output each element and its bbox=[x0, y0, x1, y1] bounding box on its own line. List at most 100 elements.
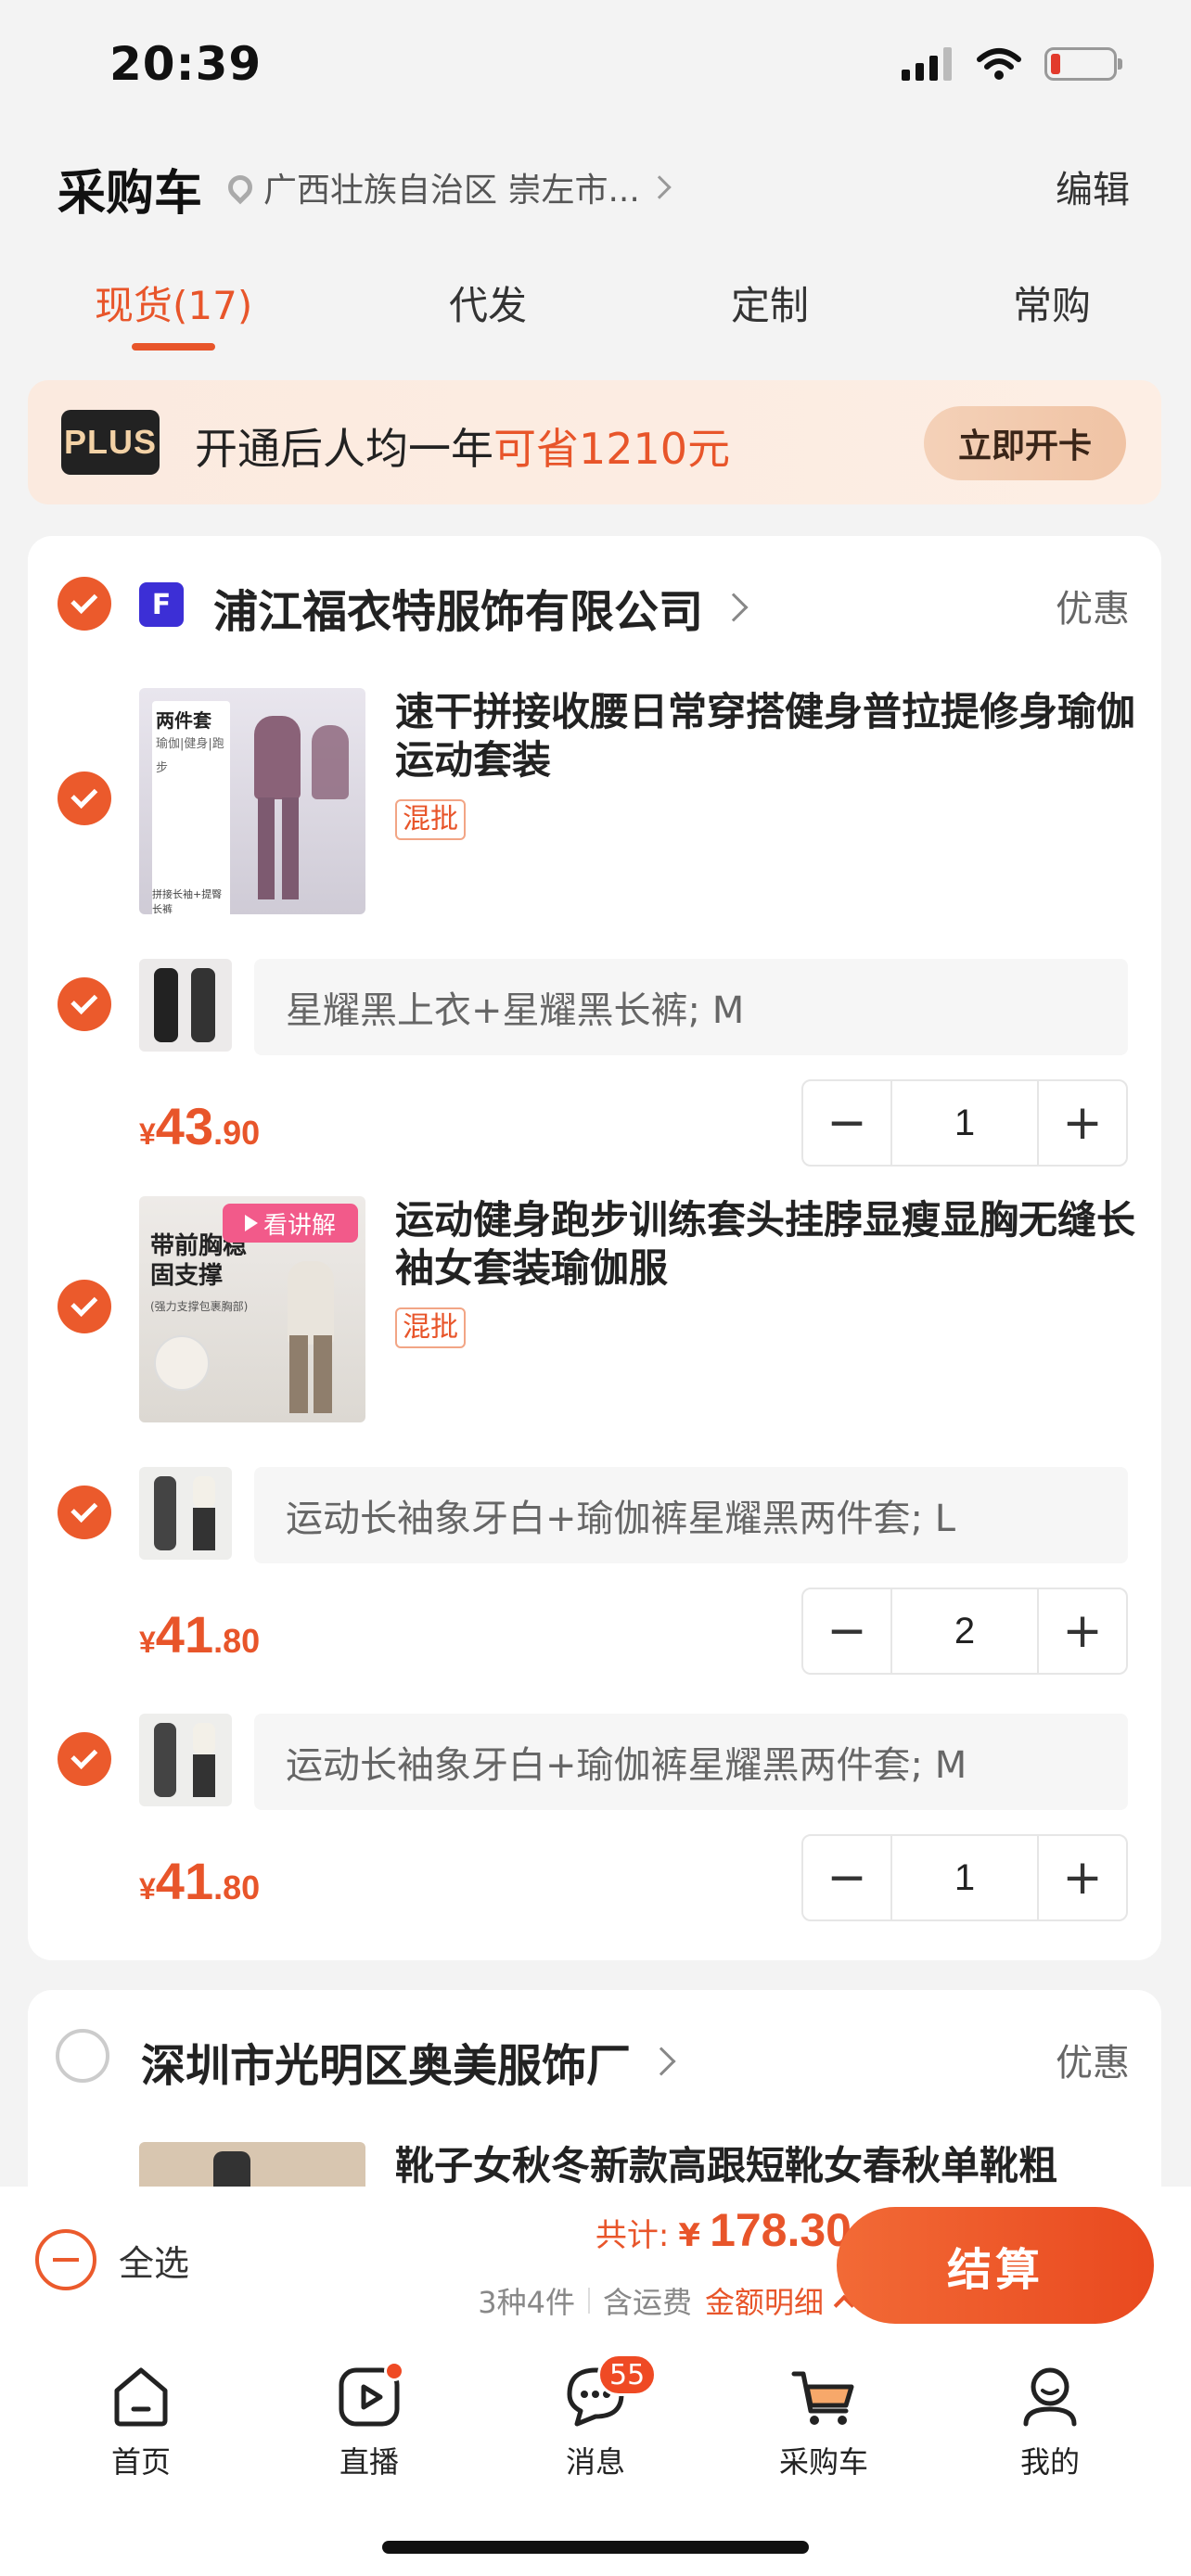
tab-label: 直播 bbox=[339, 2444, 399, 2480]
increase-button[interactable]: + bbox=[1039, 1836, 1126, 1919]
sku-spec-selector[interactable]: 运动长袖象牙白+瑜伽裤星耀黑两件套; M bbox=[254, 1714, 1128, 1810]
total-currency: ¥ bbox=[678, 2217, 701, 2254]
shop-checkbox[interactable] bbox=[58, 577, 111, 631]
thumb-sub: (强力支撑包裹胸部) bbox=[150, 1300, 249, 1313]
total-label: 共计: bbox=[595, 2217, 670, 2254]
location-selector[interactable]: 广西壮族自治区 崇左市... bbox=[223, 163, 672, 211]
decrease-button[interactable]: − bbox=[803, 1081, 890, 1165]
product-title[interactable]: 运动健身跑步训练套头挂脖显瘦显胸无缝长袖女套装瑜伽服 bbox=[395, 1196, 1156, 1293]
sku-thumbnail bbox=[139, 1467, 232, 1560]
sku-checkbox[interactable] bbox=[58, 1732, 111, 1786]
battery-icon bbox=[1044, 47, 1122, 81]
open-card-button[interactable]: 立即开卡 bbox=[924, 406, 1126, 480]
chevron-right-icon bbox=[647, 2047, 676, 2076]
checkout-bar: 全选 共计: ¥ 178.30 3种4件 含运费 金额明细 结算 bbox=[0, 2187, 1191, 2339]
tab-mine[interactable]: 我的 bbox=[985, 2363, 1115, 2481]
tab-frequent[interactable]: 常购 bbox=[1013, 274, 1091, 331]
tab-home[interactable]: 首页 bbox=[76, 2363, 206, 2481]
total-amount: 178.30 bbox=[710, 2204, 852, 2256]
profile-icon bbox=[1023, 2367, 1077, 2427]
tab-label: 消息 bbox=[565, 2444, 625, 2480]
quantity-stepper: − 1 + bbox=[801, 1834, 1128, 1921]
product-thumbnail[interactable]: 两件套 瑜伽|健身|跑步 拼接长袖+提臀长裤 bbox=[139, 688, 365, 914]
plus-banner[interactable]: PLUS 开通后人均一年可省1210元 立即开卡 bbox=[28, 380, 1161, 504]
home-icon bbox=[114, 2367, 168, 2427]
order-meta: 3种4件 含运费 金额明细 bbox=[478, 2279, 855, 2322]
product-tag: 混批 bbox=[395, 799, 466, 840]
sku-thumbnail bbox=[139, 1714, 232, 1806]
increase-button[interactable]: + bbox=[1039, 1081, 1126, 1165]
plus-text: 开通后人均一年可省1210元 bbox=[195, 424, 731, 474]
chevron-right-icon bbox=[719, 593, 749, 622]
quantity-value[interactable]: 2 bbox=[890, 1589, 1039, 1673]
shop-discount-link[interactable]: 优惠 bbox=[1056, 579, 1130, 632]
live-badge-dot bbox=[384, 2361, 404, 2381]
quantity-value[interactable]: 1 bbox=[890, 1081, 1039, 1165]
quantity-value[interactable]: 1 bbox=[890, 1836, 1039, 1919]
cart-icon bbox=[791, 2371, 854, 2425]
sku-spec-selector[interactable]: 星耀黑上衣+星耀黑长裤; M bbox=[254, 959, 1128, 1055]
home-indicator bbox=[382, 2541, 809, 2554]
tab-messages[interactable]: 55 消息 bbox=[531, 2353, 660, 2481]
edit-button[interactable]: 编辑 bbox=[1056, 159, 1130, 213]
sku-thumbnail bbox=[139, 959, 232, 1052]
shipping-note: 含运费 bbox=[602, 2285, 692, 2320]
total-price: 共计: ¥ 178.30 bbox=[596, 2203, 852, 2257]
item-count: 3种4件 bbox=[478, 2285, 575, 2320]
shop-card: F 浦江福衣特服饰有限公司 优惠 两件套 瑜伽|健身|跑步 拼接长袖+提臀长裤 … bbox=[28, 536, 1161, 1960]
plus-savings: 可省1210元 bbox=[493, 424, 731, 474]
amount-detail-link[interactable]: 金额明细 bbox=[705, 2279, 824, 2322]
select-all-toggle[interactable]: 全选 bbox=[35, 2229, 189, 2290]
status-icons bbox=[902, 46, 1122, 82]
shop-name[interactable]: 深圳市光明区奥美服饰厂 bbox=[141, 2029, 676, 2094]
status-time: 20:39 bbox=[109, 37, 263, 91]
quantity-stepper: − 1 + bbox=[801, 1079, 1128, 1167]
video-label: 看讲解 bbox=[263, 1211, 336, 1240]
shop-name[interactable]: 浦江福衣特服饰有限公司 bbox=[213, 575, 749, 640]
decrease-button[interactable]: − bbox=[803, 1589, 890, 1673]
thumb-sub: 瑜伽|健身|跑步 bbox=[156, 737, 224, 775]
product-checkbox[interactable] bbox=[58, 772, 111, 825]
video-explain-badge[interactable]: 看讲解 bbox=[223, 1204, 358, 1243]
tab-label: 采购车 bbox=[778, 2444, 868, 2480]
quantity-stepper: − 2 + bbox=[801, 1588, 1128, 1675]
shop-checkbox[interactable] bbox=[56, 2029, 109, 2083]
message-badge: 55 bbox=[597, 2353, 658, 2396]
tab-custom[interactable]: 定制 bbox=[731, 274, 809, 331]
decrease-button[interactable]: − bbox=[803, 1836, 890, 1919]
select-all-icon bbox=[35, 2229, 96, 2290]
sku-checkbox[interactable] bbox=[58, 1486, 111, 1539]
location-pin-icon bbox=[223, 170, 258, 205]
product-tag: 混批 bbox=[395, 1307, 466, 1348]
thumb-caption: 两件套 bbox=[156, 709, 211, 732]
tab-bar-top: 现货(17) 代发 定制 常购 bbox=[0, 274, 1191, 358]
tab-spot-goods[interactable]: 现货(17) bbox=[95, 274, 252, 331]
location-text: 广西壮族自治区 崇左市... bbox=[263, 172, 640, 210]
sku-spec-selector[interactable]: 运动长袖象牙白+瑜伽裤星耀黑两件套; L bbox=[254, 1467, 1128, 1563]
product-thumbnail[interactable]: 带前胸稳固支撑 (强力支撑包裹胸部) 看讲解 bbox=[139, 1196, 365, 1422]
wifi-icon bbox=[977, 48, 1021, 80]
thumb-foot: 拼接长袖+提臀长裤 bbox=[152, 886, 230, 914]
sku-price: ¥43.90 bbox=[139, 1097, 261, 1155]
tab-cart[interactable]: 采购车 bbox=[759, 2363, 889, 2481]
tab-label: 我的 bbox=[1019, 2444, 1080, 2480]
signal-icon bbox=[902, 47, 952, 81]
shop-discount-link[interactable]: 优惠 bbox=[1056, 2033, 1130, 2086]
checkout-button[interactable]: 结算 bbox=[837, 2207, 1154, 2324]
play-icon bbox=[244, 1215, 258, 1231]
sku-checkbox[interactable] bbox=[58, 977, 111, 1031]
chevron-right-icon bbox=[647, 175, 672, 199]
sku-price: ¥41.80 bbox=[139, 1605, 261, 1664]
shop-logo: F bbox=[139, 582, 184, 627]
plus-badge: PLUS bbox=[61, 410, 160, 475]
increase-button[interactable]: + bbox=[1039, 1589, 1126, 1673]
product-title[interactable]: 靴子女秋冬新款高跟短靴女春秋单靴粗 bbox=[395, 2142, 1156, 2190]
tab-dropship[interactable]: 代发 bbox=[449, 274, 527, 331]
product-title[interactable]: 速干拼接收腰日常穿搭健身普拉提修身瑜伽运动套装 bbox=[395, 688, 1156, 784]
page-title: 采购车 bbox=[58, 166, 203, 222]
tab-live[interactable]: 直播 bbox=[304, 2361, 434, 2481]
product-checkbox[interactable] bbox=[58, 1280, 111, 1333]
tab-active-indicator bbox=[132, 343, 215, 351]
select-all-label: 全选 bbox=[119, 2242, 190, 2284]
tab-label: 首页 bbox=[110, 2444, 171, 2480]
